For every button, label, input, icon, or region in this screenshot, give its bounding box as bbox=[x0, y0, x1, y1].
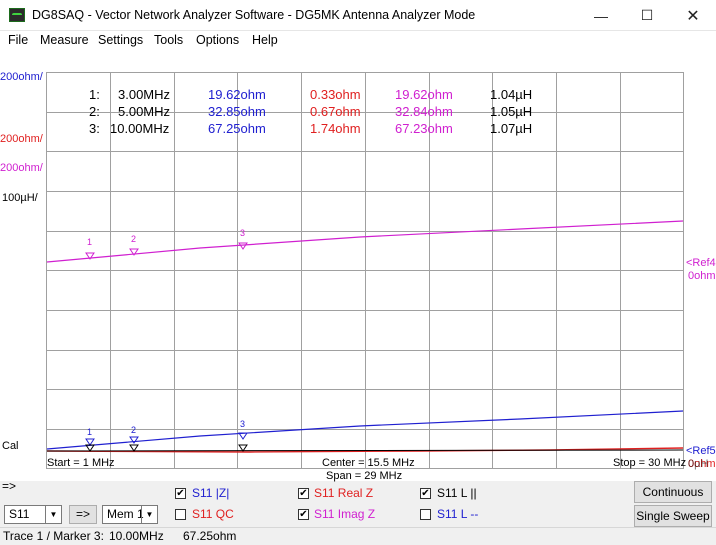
copy-to-memory-button[interactable]: => bbox=[69, 505, 97, 524]
trace-qc-checkbox[interactable] bbox=[175, 509, 186, 520]
center-frequency: Center = 15.5 MHz bbox=[322, 457, 415, 469]
menu-help[interactable]: Help bbox=[252, 33, 278, 47]
marker-1-imag: 19.62ohm bbox=[395, 87, 453, 102]
trace-l-series-checkbox[interactable] bbox=[420, 509, 431, 520]
memory-select-value: Mem 1 bbox=[107, 507, 144, 521]
chevron-down-icon: ▼ bbox=[45, 506, 61, 523]
status-trace: Trace 1 / Marker 3: bbox=[3, 529, 104, 543]
trace-l-parallel-label: S11 L || bbox=[437, 486, 477, 500]
marker-2-freq: 5.00MHz bbox=[118, 104, 171, 119]
status-frequency: 10.00MHz bbox=[109, 529, 164, 543]
marker-3-real: 1.74ohm bbox=[310, 121, 361, 136]
marker-3-freq: 10.00MHz bbox=[110, 121, 170, 136]
marker-1-real: 0.33ohm bbox=[310, 87, 361, 102]
window-title: DG8SAQ - Vector Network Analyzer Softwar… bbox=[32, 8, 476, 22]
menu-measure[interactable]: Measure bbox=[40, 33, 89, 47]
menu-bar: File Measure Settings Tools Options Help bbox=[0, 31, 716, 51]
trace-z-label: S11 |Z| bbox=[192, 486, 230, 500]
scale-inductance: 100µH/ bbox=[2, 192, 38, 204]
span-frequency: Span = 29 MHz bbox=[326, 470, 403, 482]
plot-panel: 200ohm/ 200ohm/ 200ohm/ 100µH/ Cal <Ref4… bbox=[0, 51, 716, 482]
trace-real-label: S11 Real Z bbox=[314, 486, 374, 500]
marker-1-freq: 3.00MHz bbox=[118, 87, 171, 102]
memory-select[interactable]: Mem 1 ▼ bbox=[102, 505, 158, 524]
marker-3-imag-label: 3 bbox=[240, 228, 246, 238]
minimize-icon[interactable]: — bbox=[578, 0, 624, 31]
marker-1-imag-label: 1 bbox=[87, 237, 93, 247]
single-sweep-button[interactable]: Single Sweep bbox=[634, 505, 712, 527]
marker-3-z-label: 3 bbox=[240, 419, 246, 429]
menu-tools[interactable]: Tools bbox=[154, 33, 183, 47]
marker-1-z-label: 1 bbox=[87, 427, 93, 437]
app-icon bbox=[9, 8, 25, 22]
maximize-icon[interactable]: ☐ bbox=[624, 0, 670, 31]
marker-1-id: 1: bbox=[89, 87, 100, 102]
marker-3-z: 67.25ohm bbox=[208, 121, 266, 136]
marker-2-imag-label: 2 bbox=[131, 234, 137, 244]
marker-1-ind: 1.04µH bbox=[490, 87, 533, 102]
marker-3-ind: 1.07µH bbox=[490, 121, 533, 136]
ref5-label: <Ref5 bbox=[686, 445, 716, 457]
scale-real: 200ohm/ bbox=[0, 133, 43, 145]
menu-options[interactable]: Options bbox=[196, 33, 239, 47]
marker-2-ind: 1.05µH bbox=[490, 104, 533, 119]
marker-1-z: 19.62ohm bbox=[208, 87, 266, 102]
trace-inductance bbox=[46, 449, 684, 452]
trace-qc-label: S11 QC bbox=[192, 507, 234, 521]
stop-frequency: Stop = 30 MHz bbox=[613, 457, 687, 469]
side-arrow-label[interactable]: => bbox=[2, 479, 16, 493]
ref4-label: <Ref4 bbox=[686, 257, 716, 269]
trace-l-series-label: S11 L -- bbox=[437, 507, 479, 521]
marker-2-z-label: 2 bbox=[131, 425, 137, 435]
marker-2-z: 32.85ohm bbox=[208, 104, 266, 119]
ref4-value: 0ohm bbox=[688, 270, 716, 282]
marker-2-real: 0.67ohm bbox=[310, 104, 361, 119]
close-icon[interactable]: ✕ bbox=[670, 0, 716, 31]
trace-imag-label: S11 Imag Z bbox=[314, 507, 376, 521]
chevron-down-icon: ▼ bbox=[141, 506, 157, 523]
marker-2-imag: 32.84ohm bbox=[395, 104, 453, 119]
trace-imag-checkbox[interactable]: ✔ bbox=[298, 509, 309, 520]
trace-real-checkbox[interactable]: ✔ bbox=[298, 488, 309, 499]
marker-3-id: 3: bbox=[89, 121, 100, 136]
cal-indicator: Cal bbox=[2, 440, 19, 452]
menu-settings[interactable]: Settings bbox=[98, 33, 143, 47]
ref5-value-inductance: 0µH bbox=[688, 458, 709, 470]
scale-z: 200ohm/ bbox=[0, 71, 43, 83]
trace-l-parallel-checkbox[interactable]: ✔ bbox=[420, 488, 431, 499]
menu-file[interactable]: File bbox=[8, 33, 28, 47]
marker-3-imag: 67.23ohm bbox=[395, 121, 453, 136]
continuous-button[interactable]: Continuous bbox=[634, 481, 712, 503]
trace-z-checkbox[interactable]: ✔ bbox=[175, 488, 186, 499]
parameter-select[interactable]: S11 ▼ bbox=[4, 505, 62, 524]
status-value: 67.25ohm bbox=[183, 529, 237, 543]
marker-2-id: 2: bbox=[89, 104, 100, 119]
title-bar: DG8SAQ - Vector Network Analyzer Softwar… bbox=[0, 0, 716, 31]
status-bar: Trace 1 / Marker 3: 10.00MHz 67.25ohm bbox=[0, 527, 716, 545]
scale-imag: 200ohm/ bbox=[0, 162, 43, 174]
start-frequency: Start = 1 MHz bbox=[47, 457, 115, 469]
parameter-select-value: S11 bbox=[9, 507, 30, 521]
